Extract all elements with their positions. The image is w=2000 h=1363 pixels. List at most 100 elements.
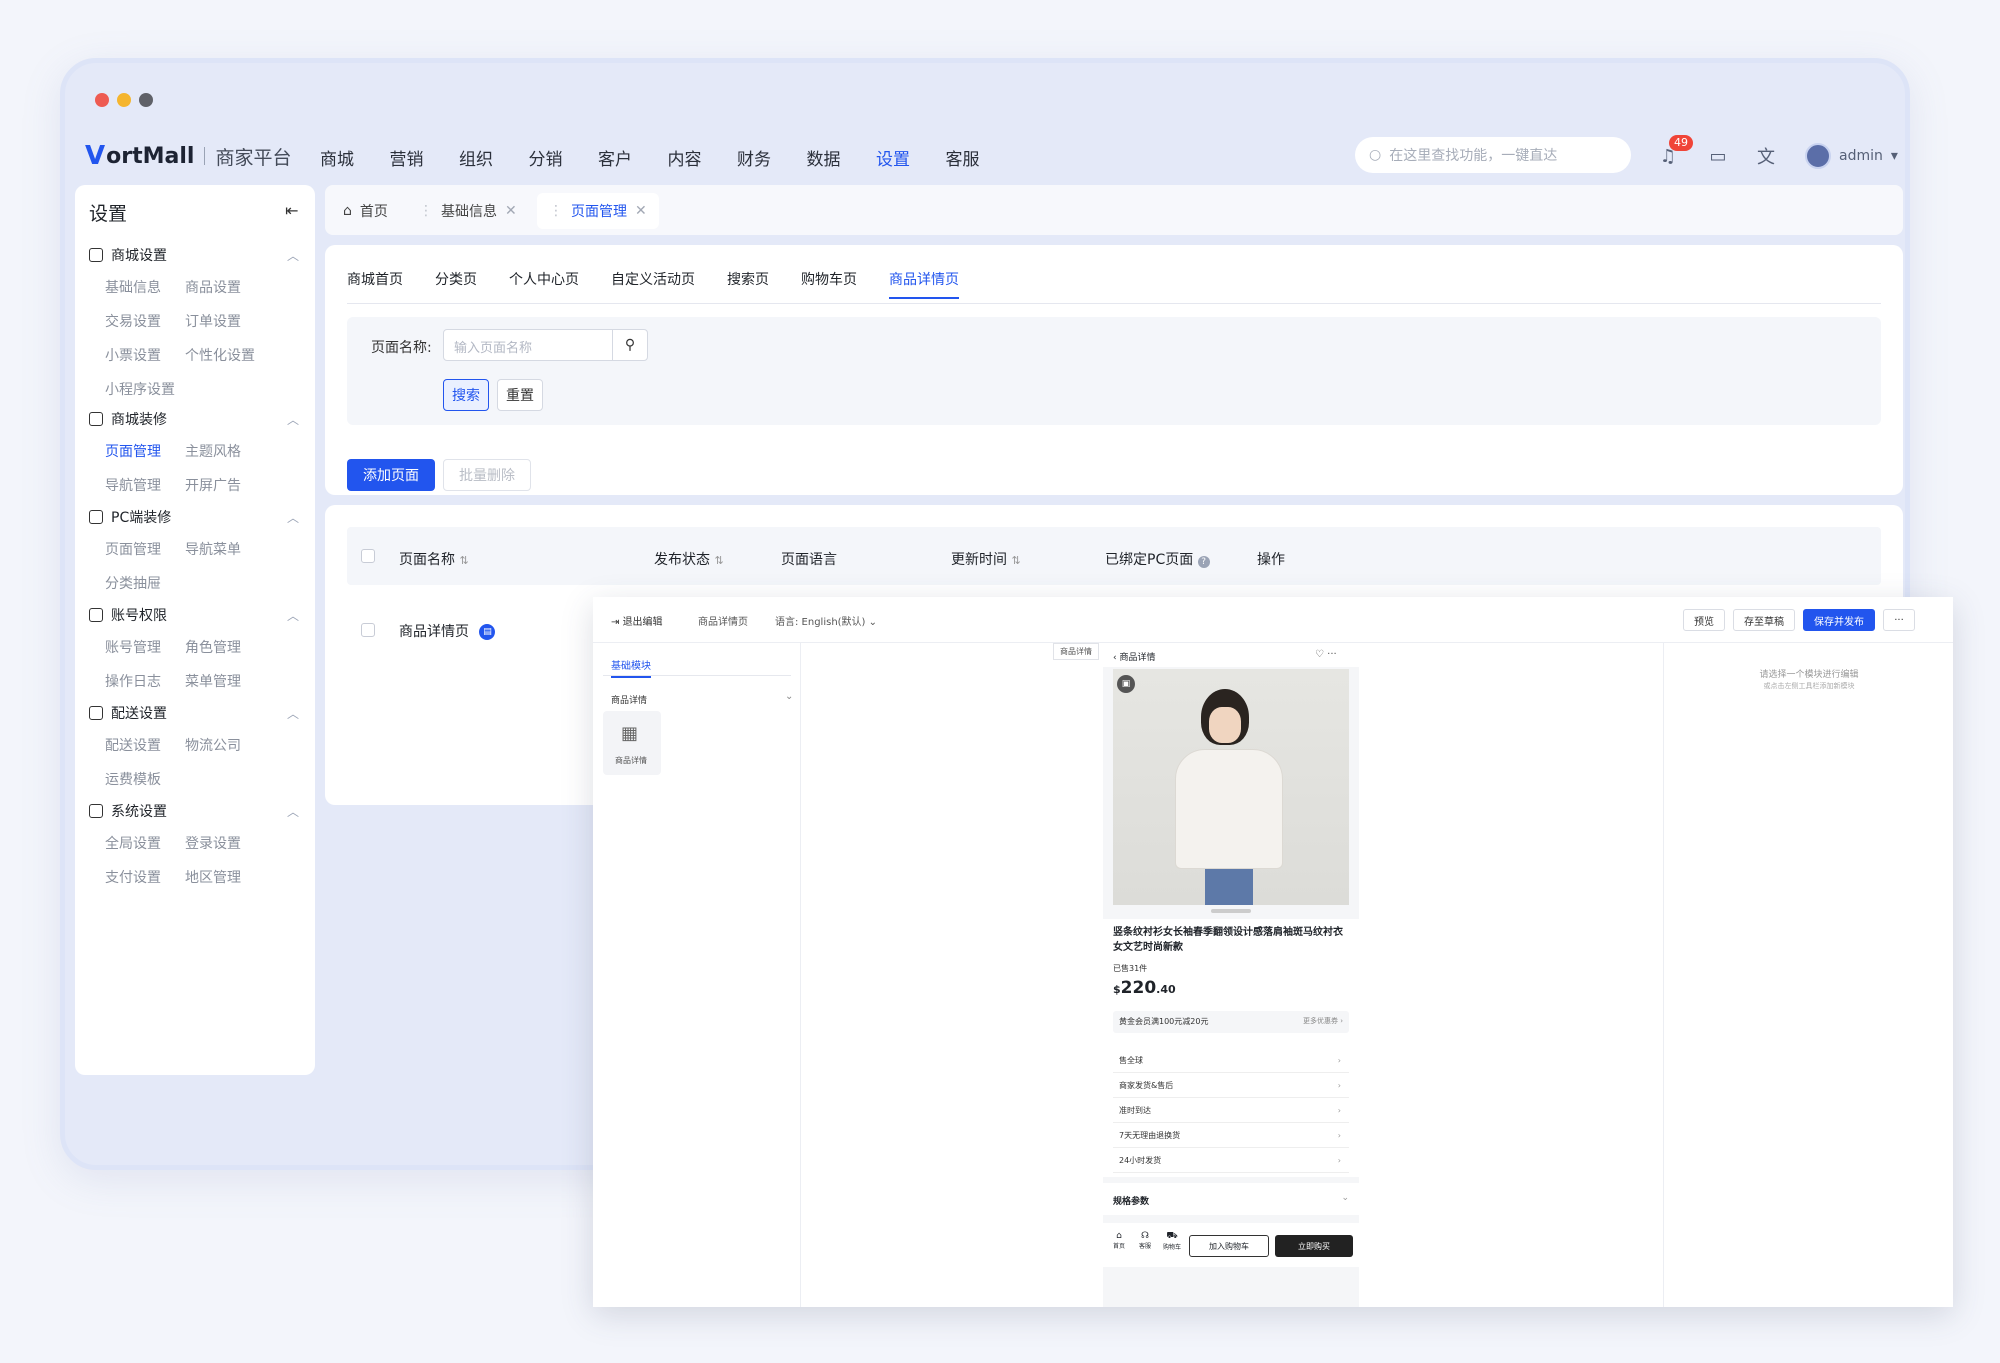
brand-logo[interactable]: V ortMall 商家平台 <box>85 141 291 171</box>
sidebar-item[interactable]: 物流公司 <box>185 735 241 755</box>
th-update-time[interactable]: 更新时间 ⇅ <box>951 549 1021 569</box>
sidebar-item[interactable]: 全局设置 <box>105 833 161 853</box>
sidebar-item[interactable]: 订单设置 <box>185 311 241 331</box>
sidebar-item[interactable]: 小程序设置 <box>105 379 175 399</box>
nav-item[interactable]: 内容 <box>668 145 738 170</box>
nav-item[interactable]: 客服 <box>946 145 1016 170</box>
content-tab[interactable]: 商城首页 <box>347 269 403 299</box>
batch-delete-button[interactable]: 批量删除 <box>443 459 531 491</box>
collapse-icon[interactable]: ⇤ <box>285 201 298 220</box>
sidebar-group[interactable]: 配送设置 ︿ <box>89 703 309 723</box>
coupon-row[interactable]: 黄金会员满100元减20元 更多优惠券 › <box>1113 1011 1349 1033</box>
nav-item[interactable]: 财务 <box>737 145 807 170</box>
phone-preview[interactable]: ‹ 商品详情 ♡ ··· ▣ 竖条纹衬衫女长袖春季翻领设计感落肩袖斑马纹衬衣女文… <box>1103 643 1359 1307</box>
sidebar-item[interactable]: 开屏广告 <box>185 475 241 495</box>
service-nav-icon[interactable]: ☊ 客服 <box>1139 1231 1151 1251</box>
tab-home[interactable]: ⌂ 首页 <box>331 193 400 229</box>
reset-button[interactable]: 重置 <box>497 379 543 411</box>
page-name-input[interactable]: 输入页面名称 <box>443 329 613 361</box>
service-row[interactable]: 售全球 › <box>1113 1049 1349 1073</box>
global-search[interactable]: ○ 在这里查找功能，一键直达 <box>1355 137 1631 173</box>
exit-edit-button[interactable]: ⇥ 退出编辑 <box>611 613 663 628</box>
content-tab[interactable]: 自定义活动页 <box>611 269 695 299</box>
nav-item[interactable]: 营销 <box>390 145 460 170</box>
sidebar-item[interactable]: 登录设置 <box>185 833 241 853</box>
chevron-down-icon[interactable]: ⌄ <box>785 691 793 702</box>
sidebar-item[interactable]: 导航管理 <box>105 475 161 495</box>
nav-item[interactable]: 数据 <box>807 145 877 170</box>
sidebar-group[interactable]: 商城设置 ︿ <box>89 245 309 265</box>
service-row[interactable]: 24小时发货 › <box>1113 1149 1349 1173</box>
heart-icon[interactable]: ♡ ··· <box>1315 649 1337 660</box>
sidebar-item[interactable]: 账号管理 <box>105 637 161 657</box>
more-button[interactable]: ··· <box>1883 609 1915 631</box>
sidebar-group[interactable]: PC端装修 ︿ <box>89 507 309 527</box>
sidebar-item[interactable]: 支付设置 <box>105 867 161 887</box>
service-row[interactable]: 商家发货&售后 › <box>1113 1074 1349 1098</box>
add-page-button[interactable]: 添加页面 <box>347 459 435 491</box>
content-tab[interactable]: 搜索页 <box>727 269 769 299</box>
sidebar-item[interactable]: 交易设置 <box>105 311 161 331</box>
sidebar-item[interactable]: 操作日志 <box>105 671 161 691</box>
tab-basic-info[interactable]: ⋮ 基础信息 ✕ <box>407 193 529 229</box>
sidebar-item[interactable]: 分类抽屉 <box>105 573 161 593</box>
row-checkbox[interactable] <box>361 623 375 637</box>
sidebar-group[interactable]: 账号权限 ︿ <box>89 605 309 625</box>
th-bound-pc-page: 已绑定PC页面 ? <box>1105 549 1210 569</box>
sidebar-item[interactable]: 基础信息 <box>105 277 161 297</box>
close-dot[interactable] <box>95 93 109 107</box>
sidebar-item[interactable]: 商品设置 <box>185 277 241 297</box>
store-icon[interactable]: ▭ <box>1705 143 1731 169</box>
language-select[interactable]: 语言: English(默认) ⌄ <box>775 613 877 628</box>
buy-now-button[interactable]: 立即购买 <box>1275 1235 1353 1257</box>
product-price: $220.40 <box>1113 978 1176 998</box>
sidebar-item[interactable]: 页面管理 <box>105 441 161 461</box>
add-to-cart-button[interactable]: 加入购物车 <box>1189 1235 1269 1257</box>
maximize-dot[interactable] <box>139 93 153 107</box>
sidebar-item[interactable]: 小票设置 <box>105 345 161 365</box>
sidebar-item[interactable]: 地区管理 <box>185 867 241 887</box>
th-page-name[interactable]: 页面名称 ⇅ <box>399 549 469 569</box>
preview-button[interactable]: 预览 <box>1683 609 1725 631</box>
sidebar-item[interactable]: 角色管理 <box>185 637 241 657</box>
nav-item[interactable]: 设置 <box>876 145 946 170</box>
content-tab[interactable]: 分类页 <box>435 269 477 299</box>
sidebar-group[interactable]: 系统设置 ︿ <box>89 801 309 821</box>
nav-item[interactable]: 组织 <box>459 145 529 170</box>
content-tab[interactable]: 购物车页 <box>801 269 857 299</box>
sidebar-item[interactable]: 配送设置 <box>105 735 161 755</box>
nav-item[interactable]: 商城 <box>320 145 390 170</box>
sidebar-item[interactable]: 运费模板 <box>105 769 161 789</box>
search-button[interactable]: 搜索 <box>443 379 489 411</box>
service-row[interactable]: 7天无理由退换货 › <box>1113 1124 1349 1148</box>
search-icon[interactable]: ⚲ <box>612 329 648 361</box>
user-menu[interactable]: admin ▾ <box>1805 143 1898 169</box>
content-tab[interactable]: 个人中心页 <box>509 269 579 299</box>
th-publish-status[interactable]: 发布状态 ⇅ <box>654 549 724 569</box>
cart-nav-icon[interactable]: ⛟ 购物车 <box>1163 1231 1181 1252</box>
service-row[interactable]: 准时到达 › <box>1113 1099 1349 1123</box>
sidebar-item[interactable]: 个性化设置 <box>185 345 255 365</box>
grid-icon: ▦ <box>621 723 639 744</box>
save-publish-button[interactable]: 保存并发布 <box>1803 609 1875 631</box>
sidebar-item[interactable]: 菜单管理 <box>185 671 241 691</box>
minimize-dot[interactable] <box>117 93 131 107</box>
nav-item[interactable]: 客户 <box>598 145 668 170</box>
close-icon[interactable]: ✕ <box>505 203 517 219</box>
sidebar-item[interactable]: 页面管理 <box>105 539 161 559</box>
sidebar-item[interactable]: 导航菜单 <box>185 539 241 559</box>
nav-item[interactable]: 分销 <box>529 145 599 170</box>
translate-icon[interactable]: 文 <box>1753 143 1779 169</box>
sidebar-item[interactable]: 主题风格 <box>185 441 241 461</box>
content-tab[interactable]: 商品详情页 <box>889 269 959 299</box>
module-item[interactable]: ▦ 商品详情 <box>603 711 661 775</box>
select-all-checkbox[interactable] <box>361 549 375 563</box>
bell-icon[interactable]: ♫ 49 <box>1655 135 1693 169</box>
home-nav-icon[interactable]: ⌂ 首页 <box>1113 1231 1125 1251</box>
save-draft-button[interactable]: 存至草稿 <box>1733 609 1795 631</box>
tab-page-manage[interactable]: ⋮ 页面管理 ✕ <box>537 193 659 229</box>
specs-row[interactable]: 规格参数 ⌄ <box>1103 1183 1359 1215</box>
sidebar-group[interactable]: 商城装修 ︿ <box>89 409 309 429</box>
module-panel: 基础模块 商品详情 ⌄ ▦ 商品详情 <box>593 643 801 1307</box>
close-icon[interactable]: ✕ <box>635 203 647 219</box>
